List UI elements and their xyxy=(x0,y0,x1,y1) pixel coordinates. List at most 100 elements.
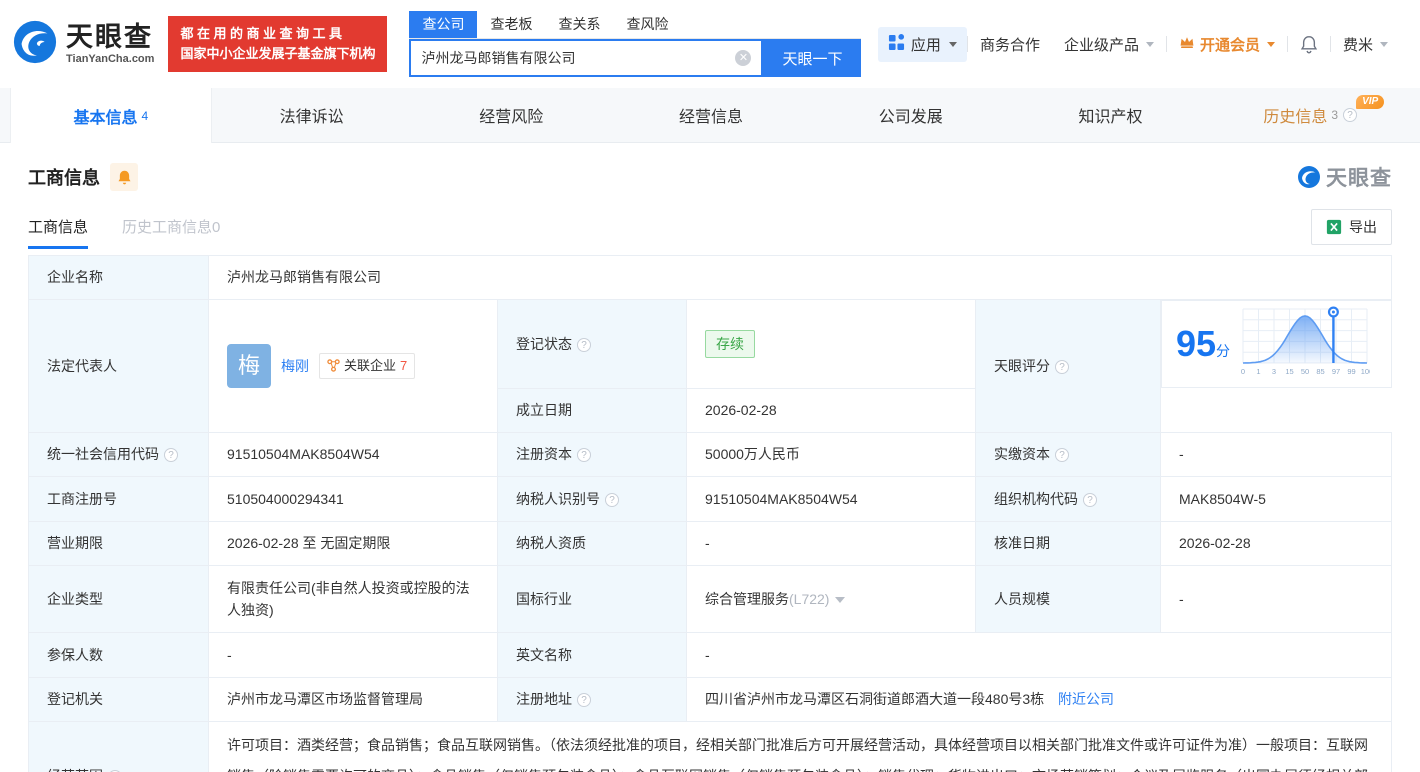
table-row: 企业名称 泸州龙马郎销售有限公司 xyxy=(29,256,1392,300)
legal-rep-link[interactable]: 梅刚 xyxy=(281,355,309,377)
user-menu[interactable]: 费米 xyxy=(1331,34,1400,55)
field-company-name-value: 泸州龙马郎销售有限公司 xyxy=(209,256,1392,300)
export-button[interactable]: 导出 xyxy=(1311,209,1392,245)
field-company-type-value: 有限责任公司(非自然人投资或控股的法人独资) xyxy=(209,565,498,632)
field-staff-size-value: - xyxy=(1161,565,1392,632)
svg-text:15: 15 xyxy=(1285,367,1293,376)
field-english-name-label: 英文名称 xyxy=(498,632,687,677)
help-icon[interactable]: ? xyxy=(1055,448,1069,462)
nav-cooperation[interactable]: 商务合作 xyxy=(968,34,1052,55)
field-biz-term-value: 2026-02-28 至 无固定期限 xyxy=(209,521,498,565)
tianyancha-logo[interactable]: 天眼查 TianYanCha.com xyxy=(12,19,154,70)
nearby-companies-link[interactable]: 附近公司 xyxy=(1058,691,1114,707)
help-icon[interactable]: ? xyxy=(164,448,178,462)
promo-line2: 国家中小企业发展子基金旗下机构 xyxy=(180,44,375,64)
tab-basic-info[interactable]: 基本信息 4 xyxy=(10,88,212,143)
tab-company-development[interactable]: 公司发展 xyxy=(811,88,1011,142)
field-org-code-value: MAK8504W-5 xyxy=(1161,476,1392,521)
logo-text: 天眼查 TianYanCha.com xyxy=(66,24,154,65)
field-score-label: 天眼评分? xyxy=(976,300,1161,433)
monitor-bell-button[interactable] xyxy=(110,163,138,191)
search-tab-boss[interactable]: 查老板 xyxy=(477,11,545,38)
field-biz-term-label: 营业期限 xyxy=(29,521,209,565)
table-row: 法定代表人 梅 梅刚 关联企业 7 xyxy=(29,300,1392,389)
svg-text:1: 1 xyxy=(1256,367,1260,376)
header: 天眼查 TianYanCha.com 都在用的商业查询工具 国家中小企业发展子基… xyxy=(0,0,1420,88)
field-industry-value: 综合管理服务(L722) xyxy=(687,565,976,632)
table-row: 参保人数 - 英文名称 - xyxy=(29,632,1392,677)
search-input[interactable]: 泸州龙马郎销售有限公司 ✕ xyxy=(409,39,763,77)
open-vip-label: 开通会员 xyxy=(1200,34,1260,55)
notifications-bell[interactable] xyxy=(1288,35,1330,54)
cooperation-label: 商务合作 xyxy=(980,34,1040,55)
help-icon[interactable]: ? xyxy=(577,448,591,462)
field-biz-scope-label: 经营范围? xyxy=(29,721,209,772)
clear-search-icon[interactable]: ✕ xyxy=(735,50,751,66)
help-icon[interactable]: ? xyxy=(577,693,591,707)
related-companies-badge[interactable]: 关联企业 7 xyxy=(319,353,415,380)
search-tab-relation[interactable]: 查关系 xyxy=(545,11,613,38)
svg-text:99: 99 xyxy=(1347,367,1355,376)
field-reg-status-value: 存续 xyxy=(687,300,976,389)
tianyancha-swirl-icon xyxy=(1297,165,1321,189)
field-company-name-label: 企业名称 xyxy=(29,256,209,300)
subtab-history-business-info[interactable]: 历史工商信息0 xyxy=(122,216,220,249)
field-biz-scope-value: 许可项目：酒类经营；食品销售；食品互联网销售。（依法须经批准的项目，经相关部门批… xyxy=(209,721,1392,772)
help-icon[interactable]: ? xyxy=(1343,108,1357,122)
field-taxpayer-quality-value: - xyxy=(687,521,976,565)
field-legal-rep-label: 法定代表人 xyxy=(29,300,209,433)
field-taxpayer-quality-label: 纳税人资质 xyxy=(498,521,687,565)
search-button[interactable]: 天眼一下 xyxy=(763,39,861,77)
chevron-down-icon xyxy=(949,42,957,47)
tab-operation-info[interactable]: 经营信息 xyxy=(611,88,811,142)
tab-intellectual-property[interactable]: 知识产权 xyxy=(1011,88,1211,142)
tab-count: 4 xyxy=(142,109,149,123)
score-unit: 分 xyxy=(1216,343,1230,359)
promo-banner: 都在用的商业查询工具 国家中小企业发展子基金旗下机构 xyxy=(168,16,387,72)
app-grid-icon xyxy=(888,34,905,55)
field-reg-capital-label: 注册资本? xyxy=(498,432,687,476)
tab-legal-litigation[interactable]: 法律诉讼 xyxy=(212,88,412,142)
table-row: 统一社会信用代码? 91510504MAK8504W54 注册资本? 50000… xyxy=(29,432,1392,476)
subtab-row: 工商信息 历史工商信息0 导出 xyxy=(28,207,1392,249)
subtab-business-info[interactable]: 工商信息 xyxy=(28,216,88,249)
table-row: 企业类型 有限责任公司(非自然人投资或控股的法人独资) 国标行业 综合管理服务(… xyxy=(29,565,1392,632)
svg-text:100: 100 xyxy=(1361,367,1370,376)
bell-icon xyxy=(1300,35,1318,54)
help-icon[interactable]: ? xyxy=(1055,360,1069,374)
search-tab-company[interactable]: 查公司 xyxy=(409,11,477,38)
search-tabs: 查公司 查老板 查关系 查风险 xyxy=(409,11,861,39)
tab-history-info[interactable]: VIP 历史信息 3 ? xyxy=(1210,88,1410,142)
brand-name: 天眼查 xyxy=(66,24,154,51)
field-uscc-value: 91510504MAK8504W54 xyxy=(209,432,498,476)
field-staff-size-label: 人员规模 xyxy=(976,565,1161,632)
help-icon[interactable]: ? xyxy=(1083,493,1097,507)
search-input-value: 泸州龙马郎销售有限公司 xyxy=(421,48,735,68)
table-row: 工商注册号 510504000294341 纳税人识别号? 91510504MA… xyxy=(29,476,1392,521)
apps-menu[interactable]: 应用 xyxy=(878,27,967,62)
watermark-text: 天眼查 xyxy=(1326,162,1392,192)
chevron-down-icon[interactable] xyxy=(835,597,845,603)
field-reg-authority-label: 登记机关 xyxy=(29,677,209,721)
nav-open-vip[interactable]: 开通会员 xyxy=(1167,34,1287,55)
tab-operation-risk[interactable]: 经营风险 xyxy=(411,88,611,142)
chevron-down-icon xyxy=(1267,42,1275,47)
field-insured-value: - xyxy=(209,632,498,677)
field-company-type-label: 企业类型 xyxy=(29,565,209,632)
legal-rep-avatar[interactable]: 梅 xyxy=(227,344,271,388)
enterprise-label: 企业级产品 xyxy=(1064,34,1139,55)
field-paid-capital-label: 实缴资本? xyxy=(976,432,1161,476)
search-tab-risk[interactable]: 查风险 xyxy=(613,11,681,38)
field-establish-date-label: 成立日期 xyxy=(498,388,687,432)
username-label: 费米 xyxy=(1343,34,1373,55)
field-industry-label: 国标行业 xyxy=(498,565,687,632)
help-icon[interactable]: ? xyxy=(577,338,591,352)
tab-label: 公司发展 xyxy=(879,103,943,127)
help-icon[interactable]: ? xyxy=(605,493,619,507)
table-row: 营业期限 2026-02-28 至 无固定期限 纳税人资质 - 核准日期 202… xyxy=(29,521,1392,565)
svg-text:3: 3 xyxy=(1272,367,1276,376)
nav-enterprise-products[interactable]: 企业级产品 xyxy=(1052,34,1166,55)
field-score-value: 95分 0131550859799100 xyxy=(1161,300,1392,388)
svg-text:50: 50 xyxy=(1301,367,1309,376)
score-number: 95 xyxy=(1176,323,1216,364)
